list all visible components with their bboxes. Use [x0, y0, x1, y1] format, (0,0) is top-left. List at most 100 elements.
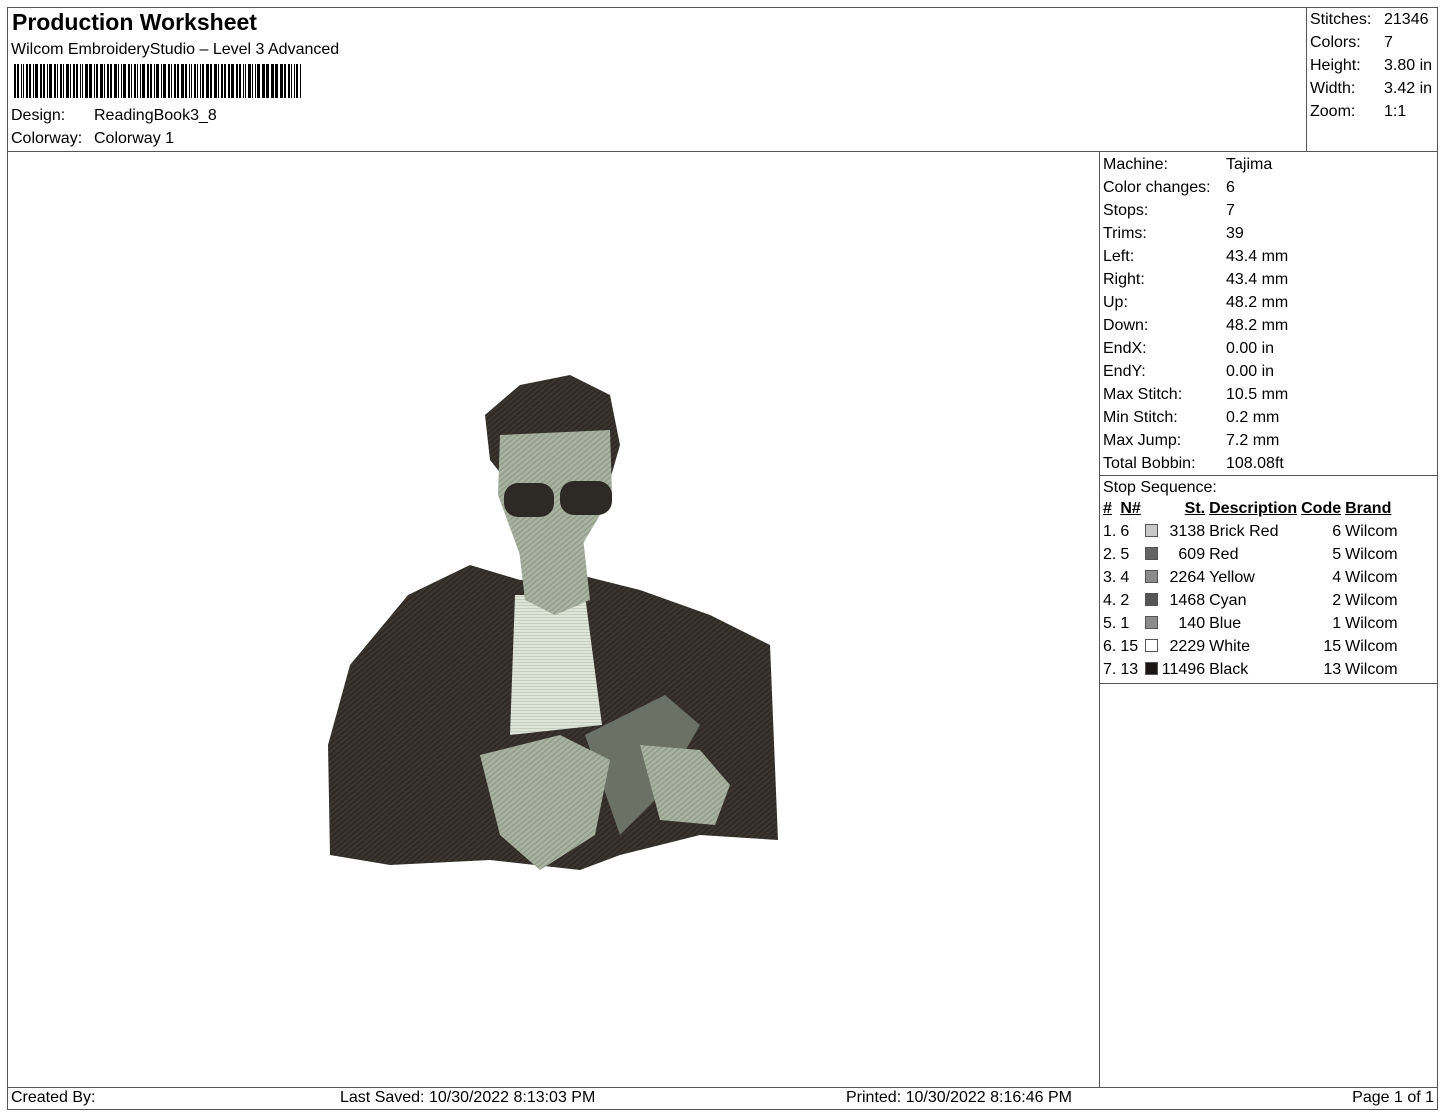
color-swatch: [1144, 638, 1158, 652]
col-stitches: St.: [1184, 499, 1206, 517]
barcode: [14, 64, 302, 98]
info-value: 48.2 mm: [1226, 317, 1289, 334]
table-row: 5. 1 140 Blue 1 Wilcom: [1101, 612, 1400, 635]
barcode-bar: [231, 64, 234, 98]
info-label: Trims:: [1103, 225, 1147, 242]
color-swatch: [1144, 592, 1158, 606]
thread-code: 1: [1332, 614, 1342, 632]
needle-number: 5: [1120, 545, 1130, 563]
info-value: 0.2 mm: [1226, 409, 1280, 426]
info-value: 0.00 in: [1226, 363, 1275, 380]
barcode-bar: [89, 64, 92, 98]
info-label: Up:: [1103, 294, 1128, 311]
barcode-bar: [171, 64, 172, 98]
stats-label: Zoom:: [1310, 103, 1356, 120]
thread-code: 13: [1323, 660, 1342, 678]
color-swatch: [1144, 661, 1158, 675]
barcode-bar: [236, 64, 238, 98]
created-by: Created By:: [11, 1089, 96, 1106]
thread-code: 6: [1332, 522, 1342, 540]
info-row: Total Bobbin: 108.08ft: [1103, 452, 1288, 475]
info-row: Max Stitch: 10.5 mm: [1103, 383, 1288, 406]
colorway-field: Colorway: Colorway 1: [11, 130, 174, 148]
color-swatch: [1144, 546, 1158, 560]
stats-row: Colors: 7: [1310, 31, 1432, 54]
colorway-label: Colorway:: [11, 130, 83, 147]
barcode-bar: [150, 64, 152, 98]
info-label: Max Stitch:: [1103, 386, 1183, 403]
info-row: Left: 43.4 mm: [1103, 245, 1288, 268]
table-row: 4. 2 1468 Cyan 2 Wilcom: [1101, 589, 1400, 612]
barcode-bar: [275, 64, 278, 98]
info-label: Right:: [1103, 271, 1145, 288]
info-row: Down: 48.2 mm: [1103, 314, 1288, 337]
col-swatch: [1143, 497, 1160, 520]
barcode-bar: [284, 64, 286, 98]
page-title: Production Worksheet: [12, 9, 257, 35]
stop-number: 3.: [1103, 568, 1117, 586]
barcode-bar: [33, 64, 34, 98]
stats-value: 3.42 in: [1384, 80, 1433, 97]
info-value: 43.4 mm: [1226, 248, 1289, 265]
table-header: # N# St. Description Code Brand: [1101, 497, 1400, 520]
page-number: Page 1 of 1: [1352, 1089, 1434, 1106]
barcode-bar: [54, 64, 56, 98]
design-field: Design: ReadingBook3_8: [11, 107, 217, 125]
embroidery-design-preview: [328, 375, 778, 870]
colorway-value: Colorway 1: [94, 130, 175, 147]
col-num: #: [1103, 499, 1112, 517]
barcode-bar: [57, 64, 58, 98]
barcode-bar: [194, 64, 196, 98]
thread-code: 2: [1332, 591, 1342, 609]
barcode-bar: [17, 64, 19, 98]
barcode-bar: [118, 64, 119, 98]
barcode-bar: [23, 64, 24, 98]
barcode-bar: [161, 64, 162, 98]
barcode-bar: [134, 64, 136, 98]
barcode-bar: [70, 64, 71, 98]
col-needle: N#: [1120, 499, 1141, 517]
info-row: EndX: 0.00 in: [1103, 337, 1288, 360]
barcode-bar: [214, 64, 217, 98]
barcode-bar: [60, 64, 62, 98]
barcode-bar: [156, 64, 159, 98]
info-value: 7.2 mm: [1226, 432, 1280, 449]
thread-brand: Wilcom: [1345, 660, 1398, 678]
stats-label: Stitches:: [1310, 11, 1372, 28]
barcode-bar: [73, 64, 75, 98]
stats-value: 3.80 in: [1384, 57, 1433, 74]
stats-row: Zoom: 1:1: [1310, 100, 1432, 123]
barcode-bar: [94, 64, 95, 98]
info-row: EndY: 0.00 in: [1103, 360, 1288, 383]
barcode-bar: [300, 64, 301, 98]
info-label: EndX:: [1103, 340, 1147, 357]
color-swatch: [1144, 615, 1158, 629]
info-label: Color changes:: [1103, 179, 1211, 196]
header-divider: [7, 151, 1438, 152]
barcode-bar: [255, 64, 256, 98]
stop-number: 7.: [1103, 660, 1117, 678]
thread-code: 5: [1332, 545, 1342, 563]
info-value: 43.4 mm: [1226, 271, 1289, 288]
barcode-bar: [14, 64, 16, 98]
info-row: Trims: 39: [1103, 222, 1288, 245]
last-saved: Last Saved: 10/30/2022 8:13:03 PM: [340, 1089, 596, 1106]
stop-sequence-table: # N# St. Description Code Brand 1. 6 313…: [1101, 497, 1400, 681]
info-label: Down:: [1103, 317, 1149, 334]
barcode-bar: [80, 64, 81, 98]
barcode-bar: [288, 64, 290, 98]
barcode-bar: [228, 64, 230, 98]
stitch-count: 609: [1178, 545, 1206, 563]
info-value: 48.2 mm: [1226, 294, 1289, 311]
stitch-count: 3138: [1169, 522, 1206, 540]
color-description: Yellow: [1209, 568, 1255, 586]
table-row: 7. 13 11496 Black 13 Wilcom: [1101, 658, 1400, 681]
col-brand: Brand: [1345, 499, 1392, 517]
stats-row: Stitches: 21346: [1310, 8, 1432, 31]
barcode-bar: [49, 64, 52, 98]
info-label: Left:: [1103, 248, 1135, 265]
barcode-bar: [63, 64, 64, 98]
color-swatch: [1144, 523, 1158, 537]
info-divider: [1099, 151, 1100, 1087]
barcode-bar: [140, 64, 141, 98]
